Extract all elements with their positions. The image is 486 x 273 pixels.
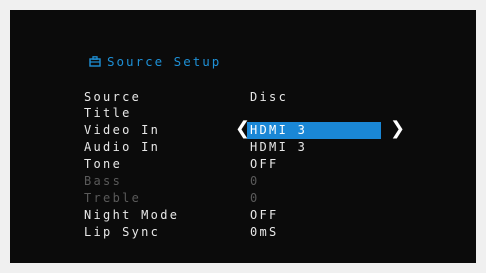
menu-title: Source Setup: [107, 54, 222, 69]
setting-row-audio-in[interactable]: Audio In HDMI 3: [84, 140, 464, 155]
setting-row-night-mode[interactable]: Night Mode OFF: [84, 208, 464, 223]
setting-value: HDMI 3: [250, 140, 308, 154]
setting-row-tone[interactable]: Tone OFF: [84, 157, 464, 172]
setting-row-source[interactable]: Source Disc: [84, 90, 464, 105]
selected-value-highlight[interactable]: HDMI 3: [247, 122, 381, 139]
setting-label: Night Mode: [84, 208, 180, 222]
setting-value: 0: [250, 174, 260, 188]
setting-value: OFF: [250, 157, 279, 171]
setting-row-title[interactable]: Title: [84, 106, 464, 121]
setting-value: 0mS: [250, 225, 279, 239]
setting-value: 0: [250, 191, 260, 205]
menu-header: Source Setup: [89, 54, 221, 69]
tv-screen: Source Setup Source Disc Title Video In …: [10, 10, 476, 263]
setting-label: Audio In: [84, 140, 161, 154]
setting-label: Tone: [84, 157, 123, 171]
setting-label: Treble: [84, 191, 142, 205]
setting-value: OFF: [250, 208, 279, 222]
setting-label: Title: [84, 106, 132, 120]
setting-row-treble: Treble 0: [84, 191, 464, 206]
setting-row-video-in[interactable]: Video In ❮ HDMI 3 ❯: [84, 120, 464, 139]
setting-label: Bass: [84, 174, 123, 188]
setting-label: Video In: [84, 123, 161, 137]
setting-value: Disc: [250, 90, 289, 104]
setting-row-bass: Bass 0: [84, 174, 464, 189]
setting-row-lip-sync[interactable]: Lip Sync 0mS: [84, 225, 464, 240]
setting-label: Source: [84, 90, 142, 104]
chevron-right-icon[interactable]: ❯: [390, 120, 407, 138]
setting-value: HDMI 3: [250, 123, 308, 137]
setting-label: Lip Sync: [84, 225, 161, 239]
briefcase-icon: [89, 56, 101, 67]
